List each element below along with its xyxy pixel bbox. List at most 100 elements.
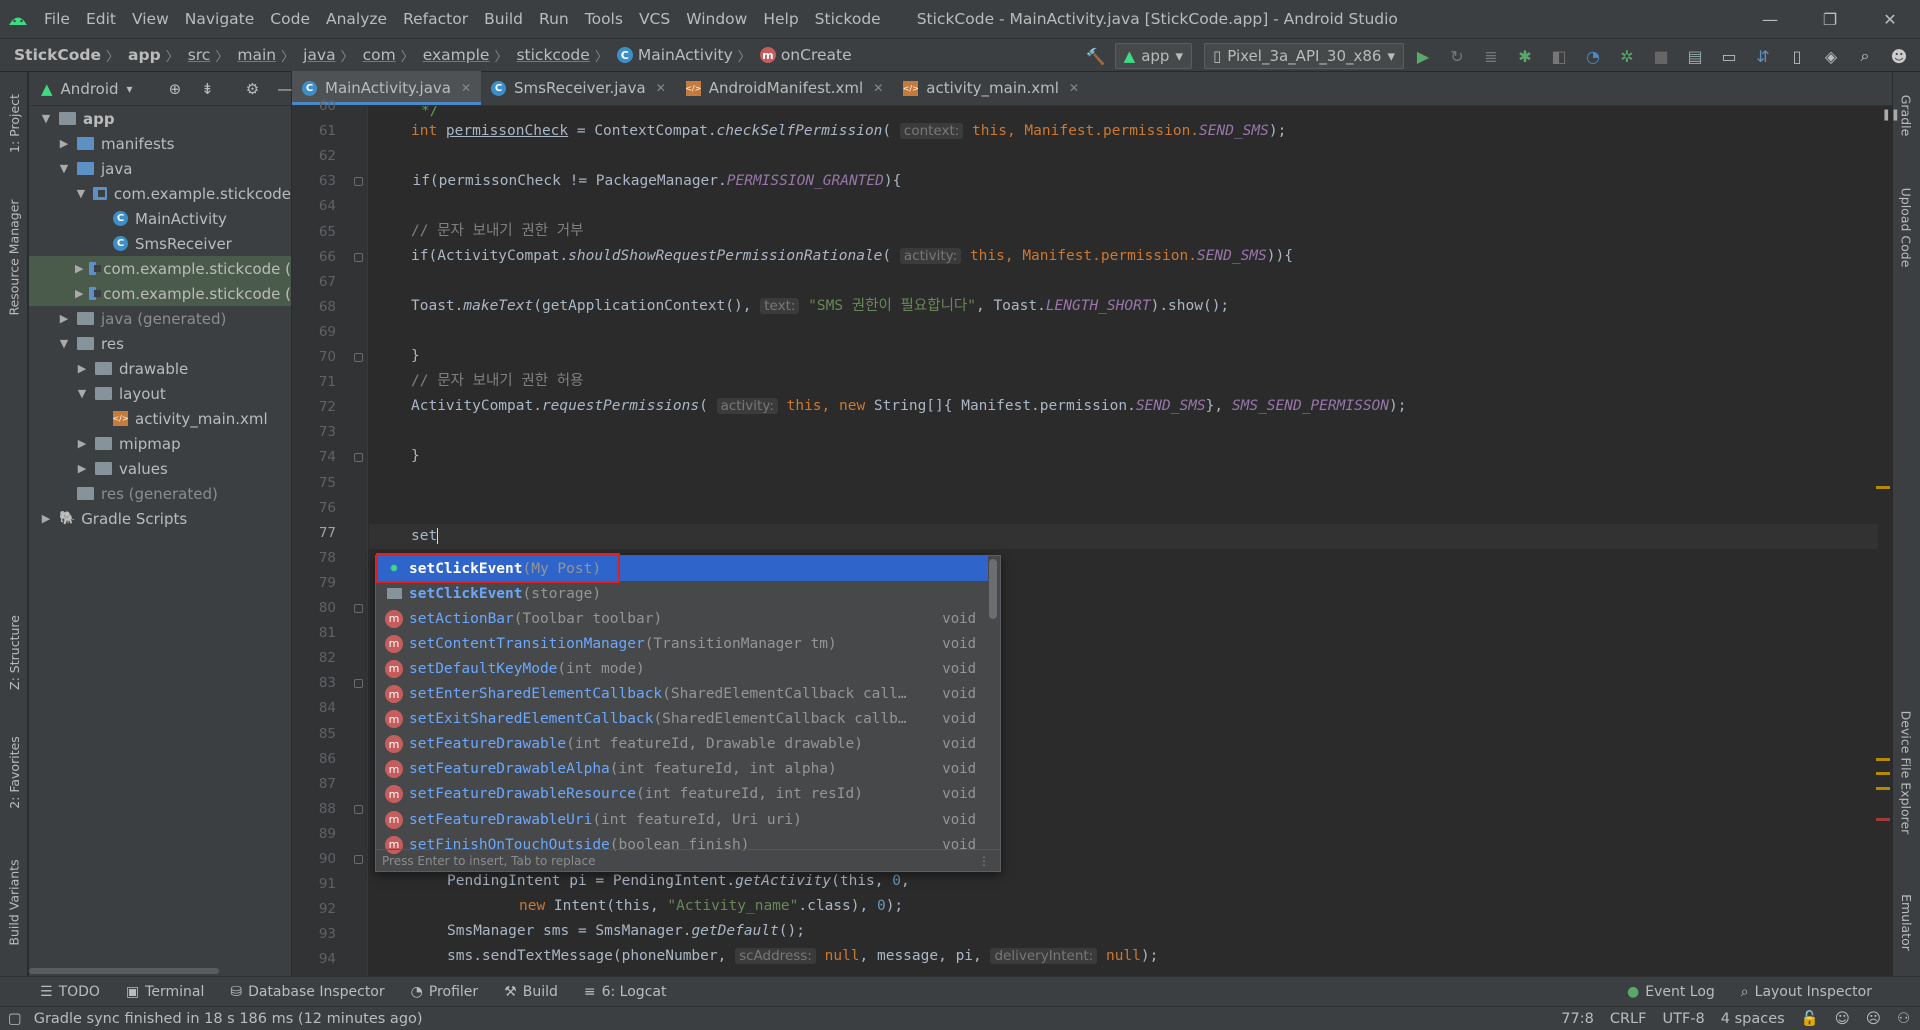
hide-icon[interactable]: — bbox=[277, 80, 292, 98]
scrollbar[interactable] bbox=[989, 559, 997, 619]
editor-tab[interactable]: C SmsReceiver.java ✕ bbox=[481, 71, 676, 105]
tab-database-inspector[interactable]: ⛁ Database Inspector bbox=[218, 984, 398, 1000]
pause-icon[interactable]: ❚❚ bbox=[1882, 108, 1900, 121]
tab-build-variants[interactable]: Build Variants bbox=[0, 842, 28, 962]
menu-build[interactable]: Build bbox=[476, 0, 531, 38]
tab-device-file-explorer[interactable]: Device File Explorer bbox=[1892, 692, 1920, 852]
collapsed-arrow-icon[interactable]: ▶ bbox=[39, 512, 53, 525]
menu-file[interactable]: File bbox=[36, 0, 78, 38]
caret-position[interactable]: 77:8 bbox=[1561, 1011, 1594, 1027]
tab-event-log[interactable]: ● Event Log bbox=[1615, 984, 1729, 1000]
expanded-arrow-icon[interactable]: ▼ bbox=[75, 187, 87, 200]
tree-item[interactable]: ▼ com.example.stickcode bbox=[29, 181, 291, 206]
breadcrumb-item[interactable]: main bbox=[231, 46, 278, 64]
warning-mark[interactable] bbox=[1876, 772, 1890, 775]
completion-item[interactable]: m setFeatureDrawable (int featureId, Drawa… bbox=[376, 732, 988, 757]
menu-tools[interactable]: Tools bbox=[577, 0, 631, 38]
tab-todo[interactable]: ☰ TODO bbox=[0, 984, 114, 1000]
scrollbar[interactable] bbox=[29, 968, 219, 974]
breadcrumb-item[interactable]: C MainActivity bbox=[611, 46, 735, 64]
tree-item[interactable]: ▶ drawable bbox=[29, 356, 291, 381]
fold-marker-icon[interactable] bbox=[354, 453, 363, 463]
editor-tab[interactable]: </> AndroidManifest.xml ✕ bbox=[676, 71, 894, 105]
menu-view[interactable]: View bbox=[124, 0, 177, 38]
tab-upload-code[interactable]: Upload Code bbox=[1892, 172, 1920, 282]
tree-item[interactable]: ▼ app bbox=[29, 106, 291, 131]
collapsed-arrow-icon[interactable]: ▶ bbox=[75, 437, 89, 450]
gear-icon[interactable]: ⚙ bbox=[246, 80, 259, 98]
collapsed-arrow-icon[interactable]: ▶ bbox=[75, 362, 89, 375]
tree-item[interactable]: C MainActivity bbox=[29, 206, 291, 231]
status-toggle-icon[interactable]: ▢ bbox=[8, 1011, 22, 1027]
completion-item[interactable]: setClickEvent (storage) bbox=[376, 581, 988, 606]
run-icon[interactable]: ▶ bbox=[1408, 42, 1438, 70]
locate-icon[interactable]: ⊕ bbox=[169, 80, 182, 98]
sdk-manager-icon[interactable]: ⇵ bbox=[1748, 42, 1778, 70]
close-tab-icon[interactable]: ✕ bbox=[873, 81, 883, 95]
tab-terminal[interactable]: ▣ Terminal bbox=[114, 984, 218, 1000]
completion-item[interactable]: m setFeatureDrawableAlpha (int featureId, … bbox=[376, 757, 988, 782]
error-mark[interactable] bbox=[1876, 818, 1890, 821]
warning-mark[interactable] bbox=[1876, 486, 1890, 489]
expanded-arrow-icon[interactable]: ▼ bbox=[57, 337, 71, 350]
resource-icon[interactable]: ◈ bbox=[1816, 42, 1846, 70]
tree-item[interactable]: ▼ java bbox=[29, 156, 291, 181]
tree-item[interactable]: ▶ com.example.stickcode ( bbox=[29, 256, 291, 281]
fold-marker-icon[interactable] bbox=[354, 604, 363, 613]
tab-favorites[interactable]: 2: Favorites bbox=[0, 722, 28, 822]
completion-item[interactable]: m setExitSharedElementCallback (SharedElem… bbox=[376, 707, 988, 732]
tree-item[interactable]: ▶ com.example.stickcode ( bbox=[29, 281, 291, 306]
run-config-select[interactable]: ▲ app ▾ bbox=[1114, 43, 1192, 69]
tree-item[interactable]: res (generated) bbox=[29, 481, 291, 506]
tab-resource-manager[interactable]: Resource Manager bbox=[0, 182, 28, 332]
apply-code-changes-icon[interactable]: ≣ bbox=[1476, 42, 1506, 70]
tree-item[interactable]: C SmsReceiver bbox=[29, 231, 291, 256]
menu-help[interactable]: Help bbox=[755, 0, 806, 38]
fold-marker-icon[interactable] bbox=[354, 252, 363, 262]
menu-edit[interactable]: Edit bbox=[78, 0, 124, 38]
completion-item[interactable]: m setActionBar (Toolbar toolbar) void bbox=[376, 606, 988, 631]
warning-mark[interactable] bbox=[1876, 758, 1890, 761]
tab-project[interactable]: 1: Project bbox=[0, 78, 28, 168]
collapsed-arrow-icon[interactable]: ▶ bbox=[57, 312, 71, 325]
coverage-icon[interactable]: ◧ bbox=[1544, 42, 1574, 70]
menu-stickode[interactable]: Stickode bbox=[807, 0, 889, 38]
device-select[interactable]: ▯ Pixel_3a_API_30_x86 ▾ bbox=[1203, 43, 1404, 69]
menu-window[interactable]: Window bbox=[678, 0, 755, 38]
completion-item[interactable]: m setDefaultKeyMode (int mode) void bbox=[376, 656, 988, 681]
breadcrumb-item[interactable]: example bbox=[417, 46, 492, 64]
collapsed-arrow-icon[interactable]: ▶ bbox=[75, 462, 89, 475]
chevron-down-icon[interactable]: ▾ bbox=[127, 82, 133, 96]
notification-icon[interactable]: ⚇ bbox=[1897, 1011, 1910, 1027]
menu-analyze[interactable]: Analyze bbox=[318, 0, 395, 38]
menu-run[interactable]: Run bbox=[531, 0, 577, 38]
expanded-arrow-icon[interactable]: ▼ bbox=[57, 162, 71, 175]
editor-tab[interactable]: </> activity_main.xml ✕ bbox=[893, 71, 1089, 105]
avatar-icon[interactable]: ☻ bbox=[1884, 42, 1914, 70]
menu-vcs[interactable]: VCS bbox=[631, 0, 678, 38]
fold-marker-icon[interactable] bbox=[354, 679, 363, 689]
menu-navigate[interactable]: Navigate bbox=[177, 0, 263, 38]
close-tab-icon[interactable]: ✕ bbox=[656, 81, 666, 95]
tree-item[interactable]: ▼ res bbox=[29, 331, 291, 356]
menu-refactor[interactable]: Refactor bbox=[395, 0, 476, 38]
tree-item[interactable]: ▶ values bbox=[29, 456, 291, 481]
menu-code[interactable]: Code bbox=[262, 0, 318, 38]
collapsed-arrow-icon[interactable]: ▶ bbox=[75, 287, 83, 300]
apply-changes-icon[interactable]: ↻ bbox=[1442, 42, 1472, 70]
avd-manager-icon[interactable]: ▭ bbox=[1714, 42, 1744, 70]
more-icon[interactable]: ⋮ bbox=[978, 854, 990, 868]
sync-project-icon[interactable]: ▤ bbox=[1680, 42, 1710, 70]
completion-item[interactable]: m setFeatureDrawableResource (int featureI… bbox=[376, 782, 988, 807]
tree-item[interactable]: ▶ java (generated) bbox=[29, 306, 291, 331]
close-tab-icon[interactable]: ✕ bbox=[461, 81, 471, 95]
breadcrumb-item[interactable]: src bbox=[182, 46, 213, 64]
sad-icon[interactable]: ☹ bbox=[1866, 1011, 1881, 1027]
tab-profiler[interactable]: ◔ Profiler bbox=[399, 984, 493, 1000]
tab-layout-inspector[interactable]: ⌕ Layout Inspector bbox=[1729, 984, 1886, 1000]
fold-marker-icon[interactable] bbox=[354, 353, 363, 362]
tab-logcat[interactable]: ≡ 6: Logcat bbox=[572, 984, 681, 1000]
file-encoding[interactable]: UTF-8 bbox=[1662, 1011, 1704, 1027]
close-tab-icon[interactable]: ✕ bbox=[1069, 81, 1079, 95]
fold-marker-icon[interactable] bbox=[354, 177, 363, 187]
